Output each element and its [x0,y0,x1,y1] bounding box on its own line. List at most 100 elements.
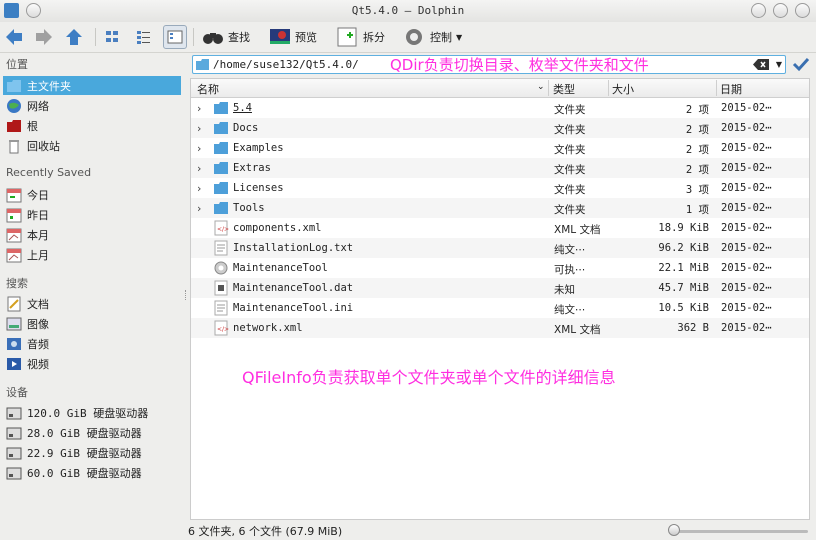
forward-icon[interactable] [34,27,54,47]
column-separator[interactable] [716,80,717,96]
zoom-slider-handle[interactable] [668,524,680,536]
recent-label: 上月 [27,248,49,262]
device-1[interactable]: 120.0 GiB 硬盘驱动器 [3,403,181,422]
device-4[interactable]: 60.0 GiB 硬盘驱动器 [3,463,181,482]
maximize-button[interactable] [795,3,810,18]
search-video[interactable]: 视频 [3,354,181,373]
panel-splitter[interactable] [185,290,188,300]
status-bar: 6 文件夹, 6 个文件 (67.9 MiB) [0,520,816,540]
places-panel: 位置 主文件夹 网络 根 回收站 Recently Saved 今日 昨日 本月… [0,53,185,540]
control-button[interactable]: 控制 ▼ [403,25,462,49]
search-images[interactable]: 图像 [3,314,181,333]
icons-view-icon [106,31,118,42]
compact-view-button[interactable] [132,25,156,49]
split-label: 拆分 [363,31,385,44]
column-size[interactable]: 大小 [612,81,634,97]
expand-arrow-icon[interactable]: › [197,202,201,215]
device-label: 60.0 GiB 硬盘驱动器 [27,466,142,480]
search-documents[interactable]: 文档 [3,294,181,313]
expand-arrow-icon[interactable]: › [197,162,201,175]
file-row[interactable]: InstallationLog.txt 纯文⋯ 96.2 KiB 2015-02⋯ [191,238,809,258]
expand-arrow-icon[interactable]: › [197,182,201,195]
recent-last-month[interactable]: 上月 [3,245,181,264]
expand-arrow-icon[interactable]: › [197,122,201,135]
zoom-slider-track[interactable] [670,530,808,533]
root-folder-icon [7,119,21,132]
file-date: 2015-02⋯ [721,142,772,154]
place-root[interactable]: 根 [3,116,181,135]
device-label: 28.0 GiB 硬盘驱动器 [27,426,142,440]
search-audio[interactable]: 音频 [3,334,181,353]
column-separator[interactable] [548,80,549,96]
up-icon[interactable] [64,27,84,47]
place-home[interactable]: 主文件夹 [3,76,181,95]
file-name: MaintenanceTool.dat [233,282,354,294]
file-name: Docs [233,122,259,134]
calendar-month-icon [6,228,22,242]
preview-button[interactable]: 预览 [268,25,317,49]
chevron-down-icon[interactable]: ▼ [776,60,782,69]
split-button[interactable]: 拆分 [336,25,385,49]
file-view[interactable]: 名称 ⌄ 类型 大小 日期 › 5.4 文件夹 2 项 2015-02⋯ › Docs 文件夹… [190,78,810,520]
status-text: 6 文件夹, 6 个文件 (67.9 MiB) [188,525,343,538]
file-name: Licenses [233,182,284,194]
file-size: 362 B [677,322,709,334]
file-row[interactable]: </> network.xml XML 文档 362 B 2015-02⋯ [191,318,809,338]
file-row[interactable]: MaintenanceTool.ini 纯文⋯ 10.5 KiB 2015-02⋯ [191,298,809,318]
file-name: Extras [233,162,271,174]
column-separator[interactable] [608,80,609,96]
minimize-button[interactable] [773,3,788,18]
chevron-down-icon: ▼ [456,32,463,42]
file-row[interactable]: </> components.xml XML 文档 18.9 KiB 2015-02⋯ [191,218,809,238]
file-row[interactable]: › Licenses 文件夹 3 项 2015-02⋯ [191,178,809,198]
video-icon [7,357,21,370]
file-type: 纯文⋯ [554,304,586,316]
toolbar: 查找 预览 拆分 控制 ▼ [0,22,816,53]
gear-icon [406,29,422,45]
svg-text:</>: </> [217,226,229,233]
column-name[interactable]: 名称 [197,81,219,97]
place-trash[interactable]: 回收站 [3,136,181,155]
file-type: 纯文⋯ [554,244,586,256]
file-row[interactable]: MaintenanceTool.dat 未知 45.7 MiB 2015-02⋯ [191,278,809,298]
recent-yesterday[interactable]: 昨日 [3,205,181,224]
file-row[interactable]: › 5.4 文件夹 2 项 2015-02⋯ [191,98,809,118]
clear-icon[interactable] [753,59,769,70]
file-type: 文件夹 [554,204,586,216]
file-row[interactable]: › Examples 文件夹 2 项 2015-02⋯ [191,138,809,158]
file-type: 文件夹 [554,184,586,196]
help-button[interactable] [751,3,766,18]
annotation-qdir: QDir负责切换目录、枚举文件夹和文件 [390,56,649,74]
file-name: MaintenanceTool [233,262,328,274]
expand-arrow-icon[interactable]: › [197,142,201,155]
file-row[interactable]: › Tools 文件夹 1 项 2015-02⋯ [191,198,809,218]
file-row[interactable]: › Docs 文件夹 2 项 2015-02⋯ [191,118,809,138]
file-row[interactable]: MaintenanceTool 可执⋯ 22.1 MiB 2015-02⋯ [191,258,809,278]
network-icon [7,98,21,113]
binoculars-icon [203,33,223,44]
file-row[interactable]: › Extras 文件夹 2 项 2015-02⋯ [191,158,809,178]
column-header: 名称 ⌄ 类型 大小 日期 [191,79,809,98]
details-view-icon [167,30,183,44]
place-label: 根 [27,119,38,133]
recent-this-month[interactable]: 本月 [3,225,181,244]
column-type[interactable]: 类型 [553,81,575,97]
expand-arrow-icon[interactable]: › [197,102,201,115]
location-path[interactable]: /home/suse132/Qt5.4.0/ [213,58,359,71]
harddisk-icon [6,447,22,459]
recent-today[interactable]: 今日 [3,185,181,204]
calendar-today-icon [6,188,22,202]
icons-view-button[interactable] [101,25,125,49]
confirm-icon[interactable] [792,56,810,72]
device-2[interactable]: 28.0 GiB 硬盘驱动器 [3,423,181,442]
device-3[interactable]: 22.9 GiB 硬盘驱动器 [3,443,181,462]
column-date[interactable]: 日期 [720,81,742,97]
back-icon[interactable] [4,27,24,47]
control-label: 控制 [430,31,452,44]
find-button[interactable]: 查找 [201,25,250,49]
file-name: components.xml [233,222,322,234]
file-name: network.xml [233,322,303,334]
folder-icon [196,59,209,70]
place-network[interactable]: 网络 [3,96,181,115]
details-view-button[interactable] [163,25,187,49]
